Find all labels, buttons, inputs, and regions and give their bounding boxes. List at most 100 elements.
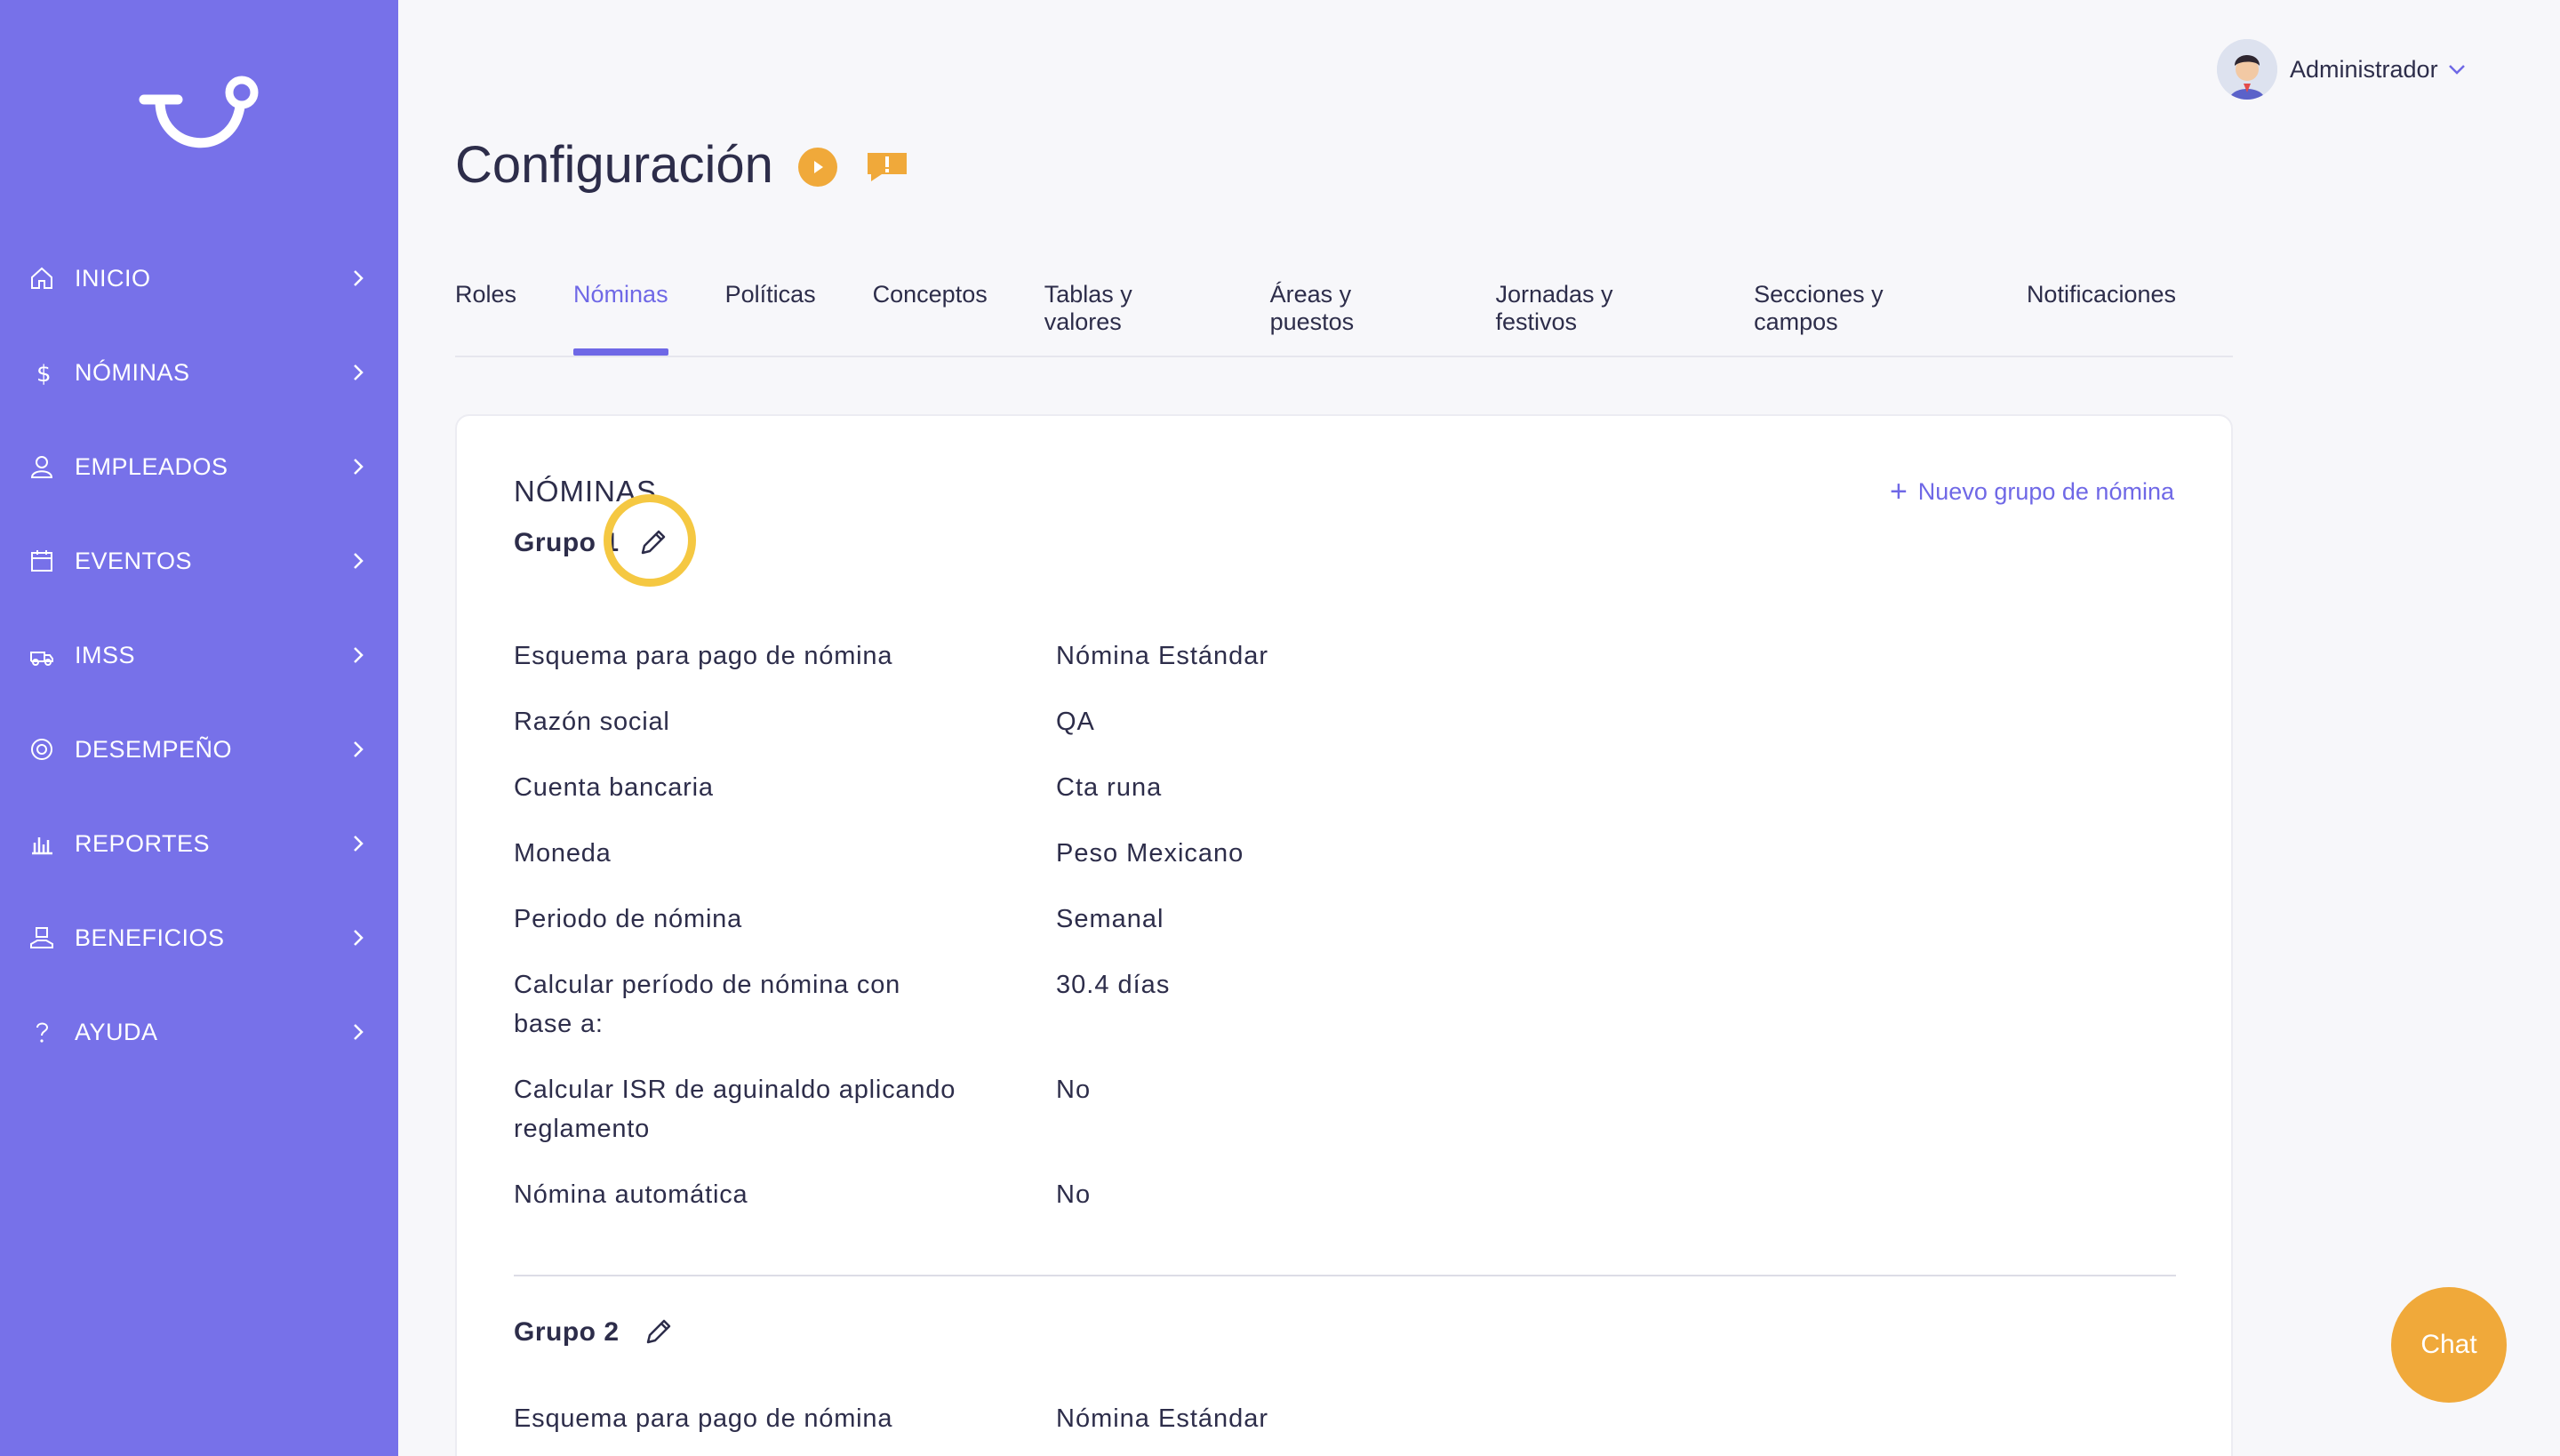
field-value: QA bbox=[1056, 708, 1095, 736]
sidebar-item-eventos[interactable]: EVENTOS bbox=[0, 514, 398, 608]
field-label: Calcular ISR de aguinaldo aplicando regl… bbox=[514, 1076, 956, 1143]
sidebar-item-desempeno[interactable]: DESEMPEÑO bbox=[0, 702, 398, 796]
avatar bbox=[2217, 39, 2277, 100]
play-video-icon[interactable] bbox=[798, 148, 837, 187]
group-fields: Esquema para pago de nómina Nómina Están… bbox=[514, 1399, 2176, 1456]
sidebar-item-reportes[interactable]: REPORTES bbox=[0, 796, 398, 891]
field-value: Semanal bbox=[1056, 905, 1164, 933]
field-label: Razón social bbox=[514, 708, 670, 736]
target-icon bbox=[27, 734, 57, 764]
chevron-right-icon bbox=[354, 459, 364, 475]
field-row: Calcular período de nómina con base a: 3… bbox=[514, 965, 2176, 1044]
tab-roles[interactable]: Roles bbox=[455, 267, 516, 356]
edit-group-button[interactable] bbox=[603, 494, 696, 587]
plus-icon: + bbox=[1889, 475, 1908, 508]
sidebar-nav: INICIO $ NÓMINAS EMPLEADOS EVENTOS IMSS … bbox=[0, 231, 398, 1079]
sidebar-item-inicio[interactable]: INICIO bbox=[0, 231, 398, 325]
tab-nominas[interactable]: Nóminas bbox=[573, 267, 668, 356]
page-title: Configuración bbox=[455, 136, 773, 194]
bar-chart-icon bbox=[27, 828, 57, 859]
field-label: Cuenta bancaria bbox=[514, 773, 714, 802]
smile-logo-icon[interactable] bbox=[133, 71, 267, 169]
feedback-alert-icon[interactable] bbox=[864, 149, 910, 185]
field-label: Esquema para pago de nómina bbox=[514, 642, 893, 670]
pencil-icon bbox=[646, 1319, 670, 1344]
group-title: Grupo 2 bbox=[514, 1317, 620, 1347]
chevron-right-icon bbox=[354, 836, 364, 852]
field-label: Esquema para pago de nómina bbox=[514, 1404, 893, 1433]
sidebar-item-label: EVENTOS bbox=[75, 547, 193, 574]
field-value: No bbox=[1056, 1076, 1092, 1104]
sidebar-item-label: BENEFICIOS bbox=[75, 924, 225, 951]
field-row: Esquema para pago de nómina Nómina Están… bbox=[514, 636, 2176, 676]
sidebar-item-imss[interactable]: IMSS bbox=[0, 608, 398, 702]
chevron-down-icon bbox=[2448, 65, 2465, 75]
group-header: Grupo 2 bbox=[514, 1284, 680, 1381]
chevron-right-icon bbox=[354, 364, 364, 380]
field-value: Peso Mexicano bbox=[1056, 839, 1244, 868]
field-value: Cta runa bbox=[1056, 773, 1163, 802]
payroll-card: NÓMINAS + Nuevo grupo de nómina Grupo 1 … bbox=[455, 414, 2233, 1456]
field-row: Periodo de nómina Semanal bbox=[514, 900, 2176, 939]
field-row: Razón social QA bbox=[514, 702, 2176, 741]
sidebar-item-ayuda[interactable]: AYUDA bbox=[0, 985, 398, 1079]
field-row: Calcular ISR de aguinaldo aplicando regl… bbox=[514, 1070, 2176, 1148]
dollar-icon: $ bbox=[27, 357, 57, 388]
ambulance-icon bbox=[27, 640, 57, 670]
field-value: Nómina Estándar bbox=[1056, 1404, 1269, 1433]
new-payroll-group-button[interactable]: + Nuevo grupo de nómina bbox=[1890, 476, 2174, 507]
tab-secciones-y-campos[interactable]: Secciones y campos bbox=[1754, 267, 1970, 356]
sidebar-item-label: NÓMINAS bbox=[75, 358, 190, 386]
tab-jornadas-y-festivos[interactable]: Jornadas y festivos bbox=[1495, 267, 1697, 356]
sidebar-item-label: REPORTES bbox=[75, 829, 211, 857]
field-label: Periodo de nómina bbox=[514, 905, 743, 933]
chevron-right-icon bbox=[354, 930, 364, 946]
user-icon bbox=[27, 452, 57, 482]
settings-tabs: Roles Nóminas Políticas Conceptos Tablas… bbox=[455, 267, 2233, 357]
chevron-right-icon bbox=[354, 741, 364, 757]
field-row: Esquema para pago de nómina Nómina Están… bbox=[514, 1399, 2176, 1438]
field-label: Moneda bbox=[514, 839, 612, 868]
tab-tablas-y-valores[interactable]: Tablas y valores bbox=[1044, 267, 1213, 356]
chevron-right-icon bbox=[354, 1024, 364, 1040]
gift-hand-icon bbox=[27, 923, 57, 953]
sidebar-item-label: IMSS bbox=[75, 641, 136, 668]
group-fields: Esquema para pago de nómina Nómina Están… bbox=[514, 636, 2176, 1241]
edit-group-button[interactable] bbox=[636, 1310, 680, 1355]
home-icon bbox=[27, 263, 57, 293]
chevron-right-icon bbox=[354, 270, 364, 286]
group-divider bbox=[514, 1275, 2176, 1276]
sidebar-item-nominas[interactable]: $ NÓMINAS bbox=[0, 325, 398, 420]
field-label: Nómina automática bbox=[514, 1180, 748, 1209]
tab-areas-y-puestos[interactable]: Áreas y puestos bbox=[1270, 267, 1439, 356]
tab-conceptos[interactable]: Conceptos bbox=[873, 267, 988, 356]
user-menu[interactable]: Administrador bbox=[2217, 39, 2467, 100]
sidebar: INICIO $ NÓMINAS EMPLEADOS EVENTOS IMSS … bbox=[0, 0, 398, 1456]
title-actions bbox=[798, 148, 910, 187]
sidebar-item-beneficios[interactable]: BENEFICIOS bbox=[0, 891, 398, 985]
chat-button[interactable]: Chat bbox=[2391, 1287, 2507, 1403]
chevron-right-icon bbox=[354, 553, 364, 569]
sidebar-item-label: EMPLEADOS bbox=[75, 452, 228, 480]
svg-text:$: $ bbox=[36, 361, 52, 386]
group-header: Grupo 1 bbox=[514, 494, 696, 587]
sidebar-item-label: INICIO bbox=[75, 264, 151, 292]
calendar-icon bbox=[27, 546, 57, 576]
field-value: 30.4 días bbox=[1056, 971, 1171, 999]
field-label: Calcular período de nómina con base a: bbox=[514, 971, 901, 1038]
tab-politicas[interactable]: Políticas bbox=[725, 267, 816, 356]
question-icon bbox=[27, 1017, 57, 1047]
sidebar-item-empleados[interactable]: EMPLEADOS bbox=[0, 420, 398, 514]
field-row: Cuenta bancaria Cta runa bbox=[514, 768, 2176, 807]
sidebar-item-label: DESEMPEÑO bbox=[75, 735, 233, 763]
field-row: Nómina automática No bbox=[514, 1175, 2176, 1214]
field-value: Nómina Estándar bbox=[1056, 642, 1269, 670]
user-name: Administrador bbox=[2290, 55, 2438, 83]
chevron-right-icon bbox=[354, 647, 364, 663]
field-row: Moneda Peso Mexicano bbox=[514, 834, 2176, 873]
sidebar-item-label: AYUDA bbox=[75, 1018, 158, 1045]
field-value: No bbox=[1056, 1180, 1092, 1209]
pencil-icon bbox=[641, 530, 665, 555]
tab-notificaciones[interactable]: Notificaciones bbox=[2027, 267, 2176, 356]
new-group-label: Nuevo grupo de nómina bbox=[1917, 477, 2174, 505]
